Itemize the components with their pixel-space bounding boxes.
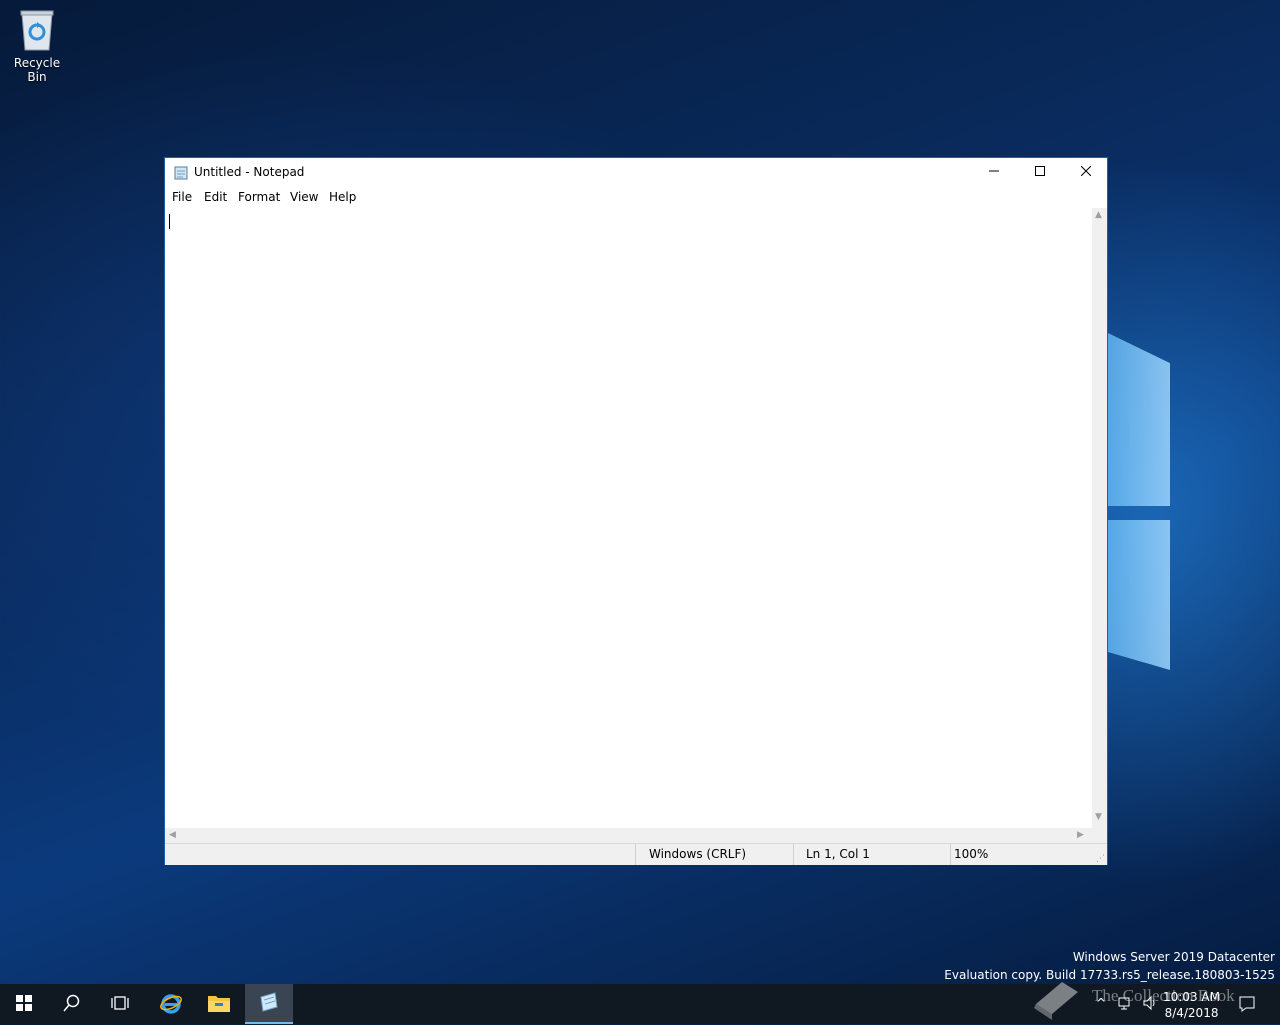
status-line-ending: Windows (CRLF)	[649, 847, 747, 861]
watermark-edition: Windows Server 2019 Datacenter	[1072, 950, 1275, 964]
vertical-scrollbar[interactable]: ▲ ▼	[1092, 208, 1107, 828]
text-editor[interactable]	[165, 208, 1093, 828]
clock[interactable]: 10:03 AM 8/4/2018	[1163, 989, 1220, 1021]
search-icon	[63, 994, 81, 1015]
file-explorer-button[interactable]	[195, 984, 243, 1024]
internet-explorer-icon	[159, 991, 183, 1018]
title-bar[interactable]: Untitled - Notepad	[165, 158, 1107, 186]
task-view-icon	[111, 995, 129, 1014]
tray-chevron-icon[interactable]: ^	[1096, 996, 1106, 1010]
action-center-icon[interactable]	[1238, 995, 1256, 1016]
status-divider	[635, 844, 636, 865]
status-divider	[793, 844, 794, 865]
status-position: Ln 1, Col 1	[806, 847, 870, 861]
taskbar: The Collection Book ^ 10:03 AM 8/4/2018	[0, 982, 1280, 1024]
notepad-icon	[174, 165, 188, 180]
notepad-window[interactable]: Untitled - Notepad File Edit Format View…	[164, 157, 1108, 865]
status-zoom: 100%	[954, 847, 989, 861]
menu-help[interactable]: Help	[329, 190, 356, 204]
status-bar: Windows (CRLF) Ln 1, Col 1 100% ⋰	[165, 843, 1107, 865]
internet-explorer-button[interactable]	[147, 984, 195, 1024]
text-caret	[169, 214, 170, 229]
close-icon	[1080, 165, 1092, 179]
close-button[interactable]	[1063, 158, 1109, 186]
scroll-up-icon[interactable]: ▲	[1095, 210, 1102, 220]
notepad-icon	[258, 991, 280, 1016]
horizontal-scrollbar[interactable]: ◀ ▶	[165, 828, 1093, 843]
scrollbar-corner	[1092, 828, 1107, 843]
menu-format[interactable]: Format	[238, 190, 280, 204]
notepad-taskbar-button[interactable]	[245, 984, 293, 1024]
recycle-bin-label: Recycle Bin	[13, 56, 61, 84]
search-button[interactable]	[48, 984, 96, 1024]
window-title: Untitled - Notepad	[194, 165, 305, 179]
volume-icon[interactable]	[1142, 995, 1158, 1014]
status-divider	[950, 844, 951, 865]
network-icon[interactable]	[1118, 995, 1134, 1014]
task-view-button[interactable]	[96, 984, 144, 1024]
desktop-icon-recycle-bin[interactable]: Recycle Bin	[4, 8, 70, 84]
menu-file[interactable]: File	[172, 190, 192, 204]
minimize-icon	[989, 165, 999, 179]
file-explorer-icon	[207, 993, 231, 1016]
scroll-down-icon[interactable]: ▼	[1095, 812, 1102, 822]
maximize-icon	[1035, 165, 1045, 179]
scroll-left-icon[interactable]: ◀	[169, 830, 176, 840]
minimize-button[interactable]	[971, 158, 1017, 186]
recycle-bin-icon	[19, 8, 55, 52]
menu-view[interactable]: View	[290, 190, 318, 204]
clock-date: 8/4/2018	[1164, 1006, 1219, 1020]
menu-edit[interactable]: Edit	[204, 190, 227, 204]
scroll-right-icon[interactable]: ▶	[1077, 830, 1084, 840]
resize-grip-icon[interactable]: ⋰	[1096, 854, 1105, 864]
start-button[interactable]	[0, 984, 48, 1024]
menu-bar: File Edit Format View Help	[165, 186, 1107, 209]
start-icon	[16, 994, 32, 1014]
book-icon	[1030, 974, 1082, 1025]
clock-time: 10:03 AM	[1163, 990, 1220, 1004]
maximize-button[interactable]	[1017, 158, 1063, 186]
